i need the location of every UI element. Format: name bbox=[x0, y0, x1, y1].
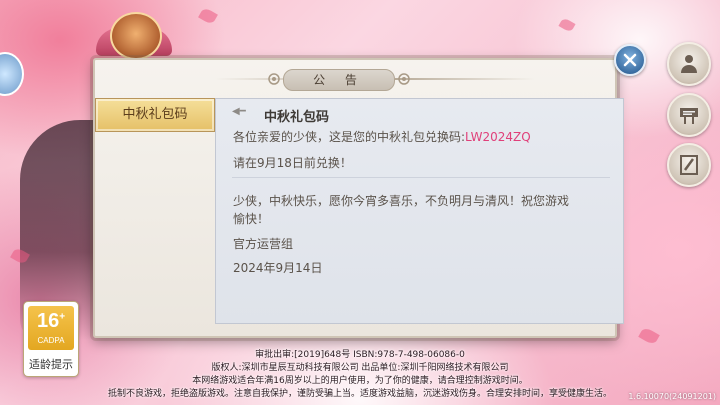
petal bbox=[198, 6, 218, 26]
cloud-ornament-icon bbox=[398, 73, 410, 85]
edit-button[interactable] bbox=[667, 143, 711, 187]
footer-copyright: 版权人:深圳市星辰互动科技有限公司 出品单位:深圳千阳网络技术有限公司 bbox=[211, 363, 509, 373]
age-rating-emblem: 16+ CADPA bbox=[28, 306, 74, 350]
signature: 官方运营组 bbox=[233, 237, 294, 251]
dialog-title-bar: 公 告 bbox=[95, 68, 615, 91]
age-rating-org: CADPA bbox=[37, 336, 65, 345]
title-divider-right bbox=[395, 78, 535, 80]
footer-health-notice: 抵制不良游戏，拒绝盗版游戏。注意自我保护，谨防受骗上当。适度游戏益脑，沉迷游戏伤… bbox=[107, 389, 612, 399]
tab-mid-autumn-gift-code[interactable]: 中秋礼包码 bbox=[95, 98, 215, 132]
dialog-title: 公 告 bbox=[283, 69, 395, 91]
cloud-ornament-icon bbox=[268, 73, 280, 85]
close-button[interactable] bbox=[614, 44, 646, 76]
announcement-date: 2024年9月14日 bbox=[233, 261, 323, 275]
version-label: 1.6.10070(24091201) bbox=[628, 392, 716, 401]
message-line-1: 少侠，中秋快乐，愿你今宵多喜乐，不负明月与清风！祝您游戏 bbox=[233, 194, 570, 208]
footer-age-notice: 本网络游戏适合年满16周岁以上的用户使用，为了你的健康，请合理控制游戏时间。 bbox=[192, 376, 528, 386]
signboard-icon bbox=[680, 108, 698, 124]
heading-arrow-icon: ◀━ bbox=[232, 106, 246, 117]
content-divider bbox=[232, 177, 610, 178]
profile-icon bbox=[681, 55, 697, 73]
close-icon bbox=[623, 53, 637, 67]
redeem-deadline: 请在9月18日前兑换！ bbox=[233, 156, 352, 170]
profile-button[interactable] bbox=[667, 42, 711, 86]
age-rating-number: 16+ bbox=[36, 310, 66, 332]
message-line-2: 愉快！ bbox=[233, 212, 270, 226]
background-character bbox=[110, 12, 162, 60]
gift-code-prefix: 各位亲爱的少侠，这是您的中秋礼包兑换码: bbox=[233, 130, 466, 144]
gift-code-line: 各位亲爱的少侠，这是您的中秋礼包兑换码:LW2024ZQ bbox=[233, 128, 531, 145]
content-heading: 中秋礼包码 bbox=[264, 110, 330, 125]
edit-icon bbox=[680, 155, 698, 175]
petal bbox=[558, 17, 576, 33]
signboard-button[interactable] bbox=[667, 93, 711, 137]
footer-approval: 审批出审:[2019]648号 ISBN:978-7-498-06086-0 bbox=[255, 350, 465, 360]
gift-code: LW2024ZQ bbox=[465, 130, 531, 144]
petal bbox=[638, 326, 660, 346]
left-edge-button[interactable] bbox=[0, 52, 24, 96]
